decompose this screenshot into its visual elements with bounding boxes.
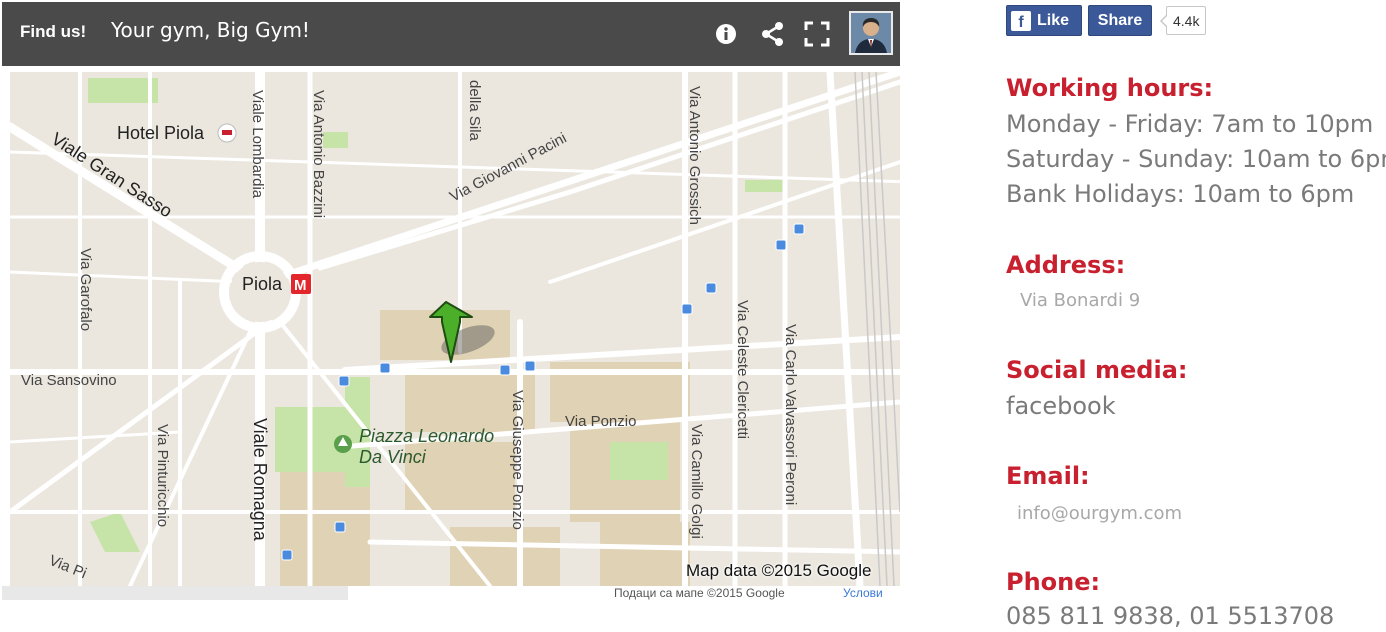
map-label-lombardia: Viale Lombardia [249,90,266,199]
map-footer-data: Подаци са мапе ©2015 Google [614,586,785,600]
map-header: Find us! Your gym, Big Gym! [2,2,900,66]
map-label-ponzio: Via Ponzio [565,413,636,430]
working-hours-heading: Working hours: [1006,74,1214,102]
facebook-like-label: Like [1037,11,1070,29]
email-link[interactable]: info@ourgym.com [1017,503,1182,524]
find-us-label: Find us! [20,22,87,41]
hours-bank-holidays: Bank Holidays: 10am to 6pm [1006,180,1355,208]
address-heading: Address: [1006,251,1126,279]
social-media-link[interactable]: facebook [1006,392,1116,420]
facebook-icon: f [1011,10,1031,31]
hours-weekdays: Monday - Friday: 7am to 10pm [1006,110,1374,138]
map-label-camillo: Via Camillo Golgi [688,424,705,539]
info-panel: f Like Share 4.4k Working hours: Monday … [1006,0,1386,632]
map-label-garofalo: Via Garofalo [77,248,94,331]
metro-icon: M [291,274,311,294]
park-icon [334,435,352,453]
hotel-icon [217,123,237,143]
facebook-like-button[interactable]: f Like [1006,5,1082,36]
map-label-giuseppe-ponzio: Via Giuseppe Ponzio [509,390,526,530]
facebook-share-button[interactable]: Share [1088,5,1152,36]
map-label-valvassori: Via Carlo Valvassori Peroni [782,324,799,505]
map-label-sila: della Sila [466,80,483,142]
social-media-heading: Social media: [1006,356,1188,384]
map-label-romagna: Viale Romagna [250,418,270,542]
map-label-sansovino: Via Sansovino [21,372,117,389]
hours-weekend: Saturday - Sunday: 10am to 6pm [1006,145,1386,173]
map-canvas[interactable]: Hotel Piola Viale Gran Sasso Viale Lomba… [10,72,900,586]
facebook-like-count: 4.4k [1159,6,1207,35]
map-title[interactable]: Your gym, Big Gym! [111,18,310,42]
info-icon[interactable] [712,20,740,48]
map-label-hotel: Hotel Piola [117,123,205,143]
map-label-pinturicchio: Via Pinturicchio [154,424,171,527]
phone-value[interactable]: 085 811 9838, 01 5513708 [1006,602,1334,630]
map-label-bazzini: Via Antonio Bazzini [310,90,327,218]
svg-text:M: M [294,277,307,294]
map-copyright: Map data ©2015 Google [686,561,872,580]
map-embed[interactable]: Find us! Your gym, Big Gym! Hotel Piola … [2,2,900,600]
map-label-piola: Piola [242,274,283,294]
map-label-piazza-1: Piazza Leonardo [359,426,494,446]
facebook-share-label: Share [1097,11,1143,29]
map-label-celeste: Via Celeste Clericetti [734,300,751,439]
map-label-piazza-2: Da Vinci [359,447,427,467]
share-icon[interactable] [759,20,787,48]
phone-heading: Phone: [1006,568,1101,596]
map-terms-link[interactable]: Услови [843,586,883,600]
map-scrollbar[interactable] [2,586,348,600]
map-footer: Подаци са мапе ©2015 Google Услови [2,586,900,600]
map-label-grossich: Via Antonio Grossich [686,86,703,225]
fullscreen-icon[interactable] [803,20,831,48]
address-value: Via Bonardi 9 [1020,290,1141,311]
user-avatar[interactable] [849,11,893,55]
email-heading: Email: [1006,462,1090,490]
